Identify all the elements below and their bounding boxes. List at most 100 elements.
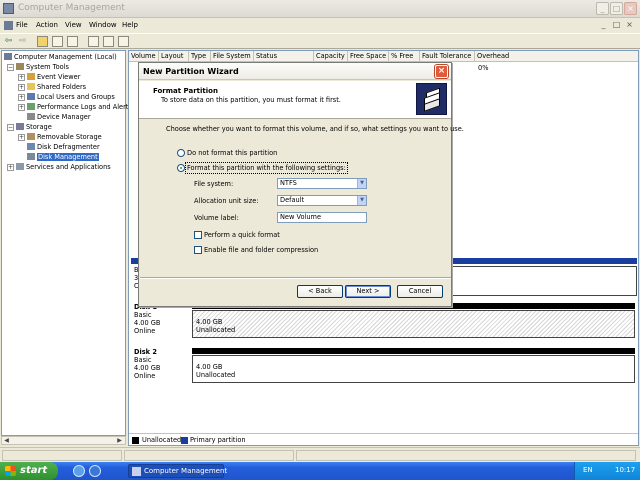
start-button[interactable]: start (0, 462, 58, 480)
help-topics-icon[interactable] (118, 36, 129, 47)
file-system-label: File system: (194, 180, 234, 188)
child-close-button[interactable]: × (624, 20, 635, 31)
wizard-page-subtitle: To store data on this partition, you mus… (161, 96, 341, 104)
internet-explorer-icon[interactable] (89, 465, 101, 477)
maximize-button[interactable]: □ (610, 2, 623, 15)
tree-node-event-viewer[interactable]: Event Viewer (27, 72, 80, 82)
menu-action[interactable]: Action (36, 21, 58, 29)
quick-format-checkbox[interactable] (194, 231, 202, 239)
expander[interactable]: + (18, 104, 25, 111)
compression-checkbox[interactable] (194, 246, 202, 254)
menu-view[interactable]: View (65, 21, 82, 29)
forward-icon[interactable]: ⇨ (17, 36, 28, 47)
next-button[interactable]: Next > (345, 285, 391, 298)
column-file-system[interactable]: File System (211, 51, 254, 62)
format-partition-label[interactable]: Format this partition with the following… (185, 162, 348, 174)
tree-node-removable-storage[interactable]: Removable Storage (27, 132, 102, 142)
child-minimize-button[interactable]: _ (598, 20, 609, 31)
cancel-button[interactable]: Cancel (397, 285, 443, 298)
expander[interactable]: − (7, 124, 14, 131)
expander[interactable]: − (7, 64, 14, 71)
expander[interactable]: + (18, 84, 25, 91)
tree-node-disk-defragmenter[interactable]: Disk Defragmenter (27, 142, 100, 152)
minimize-button[interactable]: _ (596, 2, 609, 15)
expander[interactable]: + (7, 164, 14, 171)
tree-horizontal-scrollbar[interactable]: ◀ ▶ (1, 436, 126, 445)
dropdown-arrow-icon[interactable]: ▼ (357, 196, 366, 205)
expander[interactable]: + (18, 74, 25, 81)
allocation-unit-select[interactable]: Default ▼ (277, 195, 367, 206)
console-tree[interactable]: Computer Management (Local) − System Too… (1, 50, 132, 436)
column-capacity[interactable]: Capacity (314, 51, 348, 62)
wizard-title: New Partition Wizard (143, 67, 239, 76)
compression-label[interactable]: Enable file and folder compression (204, 246, 318, 254)
show-hide-tree-icon[interactable] (52, 36, 63, 47)
column-layout[interactable]: Layout (159, 51, 189, 62)
tree-node-services-applications[interactable]: Services and Applications (16, 162, 111, 172)
defragmenter-icon (27, 143, 35, 150)
disk2-unallocated-region[interactable]: 4.00 GB Unallocated (192, 355, 635, 383)
wizard-close-button[interactable]: × (435, 65, 448, 78)
column-volume[interactable]: Volume (129, 51, 159, 62)
do-not-format-label[interactable]: Do not format this partition (187, 149, 277, 157)
services-icon (16, 163, 24, 170)
disk0-partition[interactable] (452, 266, 637, 296)
column-free-space[interactable]: Free Space (348, 51, 389, 62)
menu-file[interactable]: File (16, 21, 28, 29)
column-status[interactable]: Status (254, 51, 314, 62)
tree-node-performance-logs[interactable]: Performance Logs and Alerts (27, 102, 132, 112)
wizard-title-bar[interactable]: New Partition Wizard × (139, 63, 451, 80)
child-restore-button[interactable]: □ (611, 20, 622, 31)
file-system-select[interactable]: NTFS ▼ (277, 178, 367, 189)
format-partition-radio[interactable] (177, 164, 185, 172)
system-tray: EN 10:17 (574, 462, 640, 480)
dropdown-arrow-icon[interactable]: ▼ (357, 179, 366, 188)
close-button[interactable]: × (624, 2, 637, 15)
status-cell (296, 450, 636, 461)
tools-icon (16, 63, 24, 70)
export-icon[interactable] (67, 36, 78, 47)
tree-node-computer-management[interactable]: Computer Management (Local) (4, 52, 117, 62)
tree-node-disk-management[interactable]: Disk Management (27, 152, 99, 162)
taskbar-item-computer-management[interactable]: Computer Management (128, 464, 227, 478)
tree-node-local-users[interactable]: Local Users and Groups (27, 92, 115, 102)
back-button[interactable]: < Back (297, 285, 343, 298)
back-icon[interactable]: ⇦ (3, 36, 14, 47)
expander[interactable]: + (18, 94, 25, 101)
disk2-name: Disk 2 (134, 348, 157, 356)
legend-label-primary: Primary partition (190, 436, 246, 444)
up-icon[interactable] (37, 36, 48, 47)
help-icon[interactable] (88, 36, 99, 47)
new-partition-wizard-dialog: New Partition Wizard × Format Partition … (138, 62, 464, 307)
do-not-format-radio[interactable] (177, 149, 185, 157)
scroll-left-icon[interactable]: ◀ (2, 437, 11, 444)
properties-icon[interactable] (103, 36, 114, 47)
tree-node-shared-folders[interactable]: Shared Folders (27, 82, 86, 92)
clock[interactable]: 10:17 (615, 466, 635, 474)
tree-node-storage[interactable]: Storage (16, 122, 52, 132)
column-percent-free[interactable]: % Free (389, 51, 420, 62)
taskbar: start Computer Management EN 10:17 (0, 462, 640, 480)
scroll-right-icon[interactable]: ▶ (115, 437, 124, 444)
storage-icon (16, 123, 24, 130)
disk2-header[interactable]: Disk 2 Basic 4.00 GB Online (131, 348, 191, 392)
column-overhead[interactable]: Overhead (475, 51, 638, 62)
menu-window[interactable]: Window (89, 21, 117, 29)
title-bar[interactable]: Computer Management _ □ × (0, 0, 640, 18)
status-cell (124, 450, 294, 461)
tree-node-device-manager[interactable]: Device Manager (27, 112, 91, 122)
column-type[interactable]: Type (189, 51, 211, 62)
system-menu-icon[interactable] (4, 21, 13, 30)
disk1-header[interactable]: Disk 1 Basic 4.00 GB Online (131, 303, 191, 347)
volume-label-input[interactable]: New Volume (277, 212, 367, 223)
disk1-unallocated-region[interactable]: 4.00 GB Unallocated (192, 310, 635, 338)
quick-format-label[interactable]: Perform a quick format (204, 231, 280, 239)
device-manager-icon (27, 113, 35, 120)
tree-node-system-tools[interactable]: System Tools (16, 62, 69, 72)
expander[interactable]: + (18, 134, 25, 141)
menu-help[interactable]: Help (122, 21, 138, 29)
column-fault-tolerance[interactable]: Fault Tolerance (420, 51, 475, 62)
language-indicator[interactable]: EN (583, 466, 593, 474)
users-icon (27, 93, 35, 100)
show-desktop-icon[interactable] (73, 465, 85, 477)
